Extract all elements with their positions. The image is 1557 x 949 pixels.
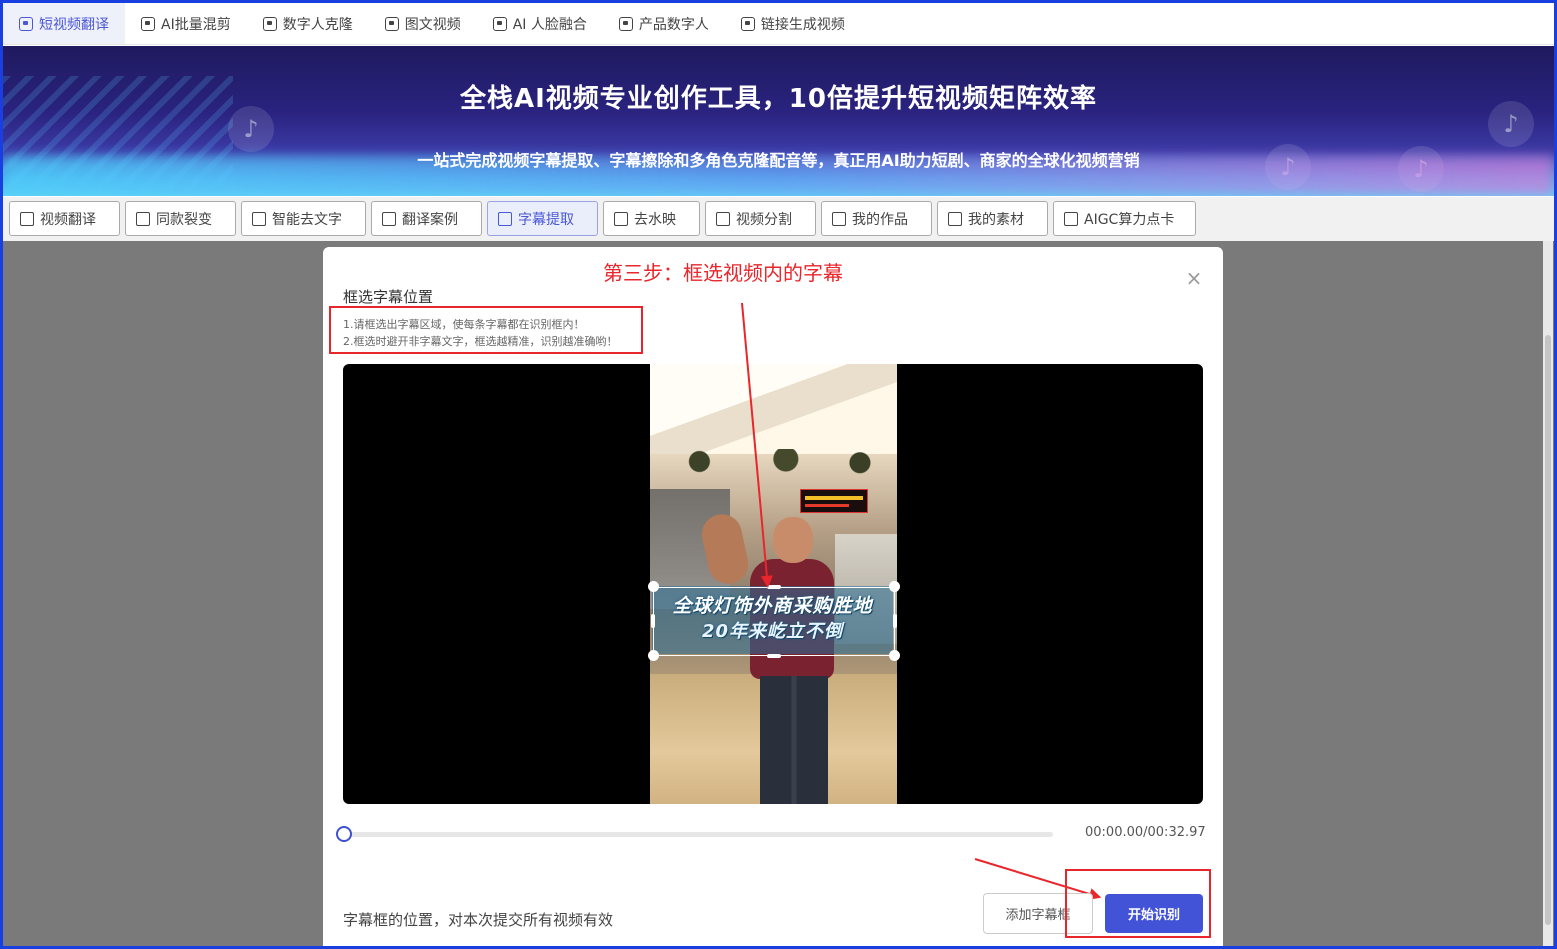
- nav-item-product-human[interactable]: 产品数字人: [603, 3, 725, 44]
- hints-box: 1.请框选出字幕区域，使每条字幕都在识别框内！ 2.框选时避开非字幕文字，框选越…: [329, 306, 643, 354]
- cases-icon: [382, 211, 396, 226]
- tab-video-translate[interactable]: 视频翻译: [9, 201, 120, 236]
- batch-edit-icon: [141, 16, 155, 31]
- subtitle-selection-box[interactable]: [653, 587, 895, 656]
- nav-item-video-translate[interactable]: 短视频翻译: [3, 3, 125, 44]
- store-sign: [800, 489, 868, 513]
- tab-remove-text[interactable]: 智能去文字: [241, 201, 366, 236]
- nav-item-link-video[interactable]: 链接生成视频: [725, 3, 861, 44]
- tool-tabs: 视频翻译 同款裂变 智能去文字 翻译案例 字幕提取 去水映 视频分割 我的作品 …: [3, 197, 1554, 241]
- progress-knob[interactable]: [336, 826, 352, 842]
- hero-banner: ♪ ♪ ♪ ♪ 全栈AI视频专业创作工具，10倍提升短视频矩阵效率 一站式完成视…: [3, 46, 1554, 196]
- subtitle-select-dialog: × 第三步：框选视频内的字幕 框选字幕位置 1.请框选出字幕区域，使每条字幕都在…: [323, 247, 1223, 949]
- video-progress[interactable]: [336, 826, 1053, 842]
- video-split-icon: [716, 211, 730, 226]
- digital-human-icon: [262, 16, 277, 31]
- translate-icon: [20, 211, 34, 226]
- nav-item-face-fusion[interactable]: AI 人脸融合: [477, 3, 603, 44]
- annotation-arrow: [974, 858, 1100, 898]
- product-human-icon: [618, 16, 633, 31]
- user-icon: [832, 211, 846, 226]
- hint-line: 2.框选时避开非字幕文字，框选越精准，识别越准确哟！: [343, 335, 618, 348]
- resize-handle-bottom-right[interactable]: [889, 650, 900, 661]
- nav-item-batch-edit[interactable]: AI批量混剪: [125, 3, 247, 44]
- video-translate-icon: [19, 16, 33, 31]
- close-button[interactable]: ×: [1185, 268, 1203, 288]
- scrollbar[interactable]: [1543, 241, 1553, 946]
- star-icon: [948, 211, 962, 226]
- tab-same-style[interactable]: 同款裂变: [125, 201, 236, 236]
- resize-handle-bottom-left[interactable]: [648, 650, 659, 661]
- resize-handle-bottom[interactable]: [767, 654, 781, 658]
- text-height-icon: [498, 211, 512, 226]
- watermark-icon: [614, 211, 628, 226]
- tab-my-works[interactable]: 我的作品: [821, 201, 932, 236]
- tab-aigc-card[interactable]: AIGC算力点卡: [1053, 201, 1196, 236]
- nav-item-image-video[interactable]: 图文视频: [369, 3, 477, 44]
- banner-title: 全栈AI视频专业创作工具，10倍提升短视频矩阵效率: [460, 84, 1097, 114]
- resize-handle-left[interactable]: [651, 614, 655, 628]
- nav-item-digital-human[interactable]: 数字人克隆: [247, 3, 369, 44]
- tab-remove-watermark[interactable]: 去水映: [603, 201, 700, 236]
- step-annotation: 第三步：框选视频内的字幕: [603, 261, 843, 285]
- fission-icon: [136, 211, 150, 226]
- section-title: 框选字幕位置: [343, 288, 434, 306]
- footer-note: 字幕框的位置，对本次提交所有视频有效: [343, 911, 614, 929]
- aigc-icon: [1064, 211, 1078, 226]
- tab-translate-cases[interactable]: 翻译案例: [371, 201, 482, 236]
- top-nav: 短视频翻译 AI批量混剪 数字人克隆 图文视频 AI 人脸融合 产品数字人 链接…: [3, 3, 1554, 45]
- tab-video-split[interactable]: 视频分割: [705, 201, 816, 236]
- resize-handle-top-left[interactable]: [648, 581, 659, 592]
- time-display: 00:00.00/00:32.97: [1085, 825, 1206, 840]
- hint-line: 1.请框选出字幕区域，使每条字幕都在识别框内！: [343, 318, 585, 331]
- add-subtitle-box-button[interactable]: 添加字幕框: [983, 893, 1093, 934]
- resize-handle-top-right[interactable]: [889, 581, 900, 592]
- start-recognition-button[interactable]: 开始识别: [1105, 894, 1203, 933]
- scrollbar-thumb[interactable]: [1545, 335, 1551, 925]
- tab-my-materials[interactable]: 我的素材: [937, 201, 1048, 236]
- image-video-icon: [384, 16, 399, 31]
- remove-text-icon: [252, 211, 266, 226]
- face-fusion-icon: [492, 16, 507, 31]
- progress-track[interactable]: [343, 832, 1053, 837]
- banner-subtitle: 一站式完成视频字幕提取、字幕擦除和多角色克隆配音等，真正用AI助力短剧、商家的全…: [417, 151, 1140, 170]
- link-video-icon: [740, 16, 755, 31]
- resize-handle-right[interactable]: [893, 614, 897, 628]
- tab-subtitle-extract[interactable]: 字幕提取: [487, 201, 598, 236]
